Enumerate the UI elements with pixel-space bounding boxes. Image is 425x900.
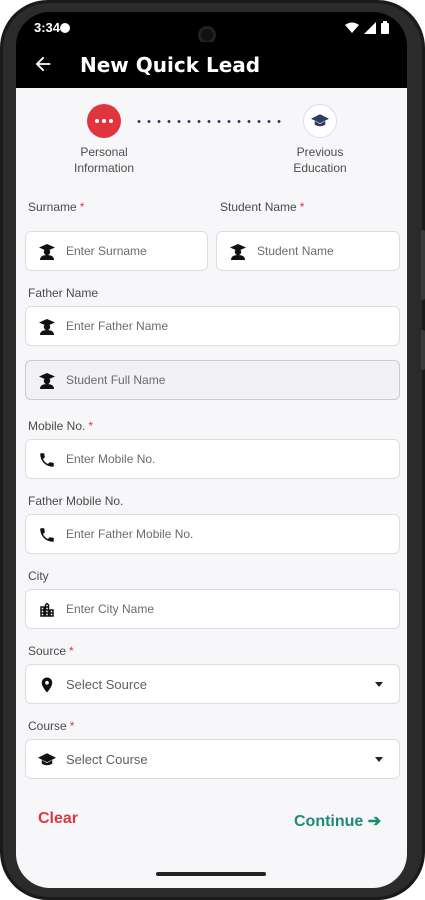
required-mark: * [69, 644, 74, 658]
student-icon [39, 373, 55, 389]
gesture-nav-bar [16, 864, 407, 888]
father-name-field[interactable]: Enter Father Name [25, 306, 400, 346]
step-label-education: Previous Education [288, 144, 352, 176]
status-time: 3:34 [34, 20, 61, 35]
required-mark: * [299, 200, 305, 214]
required-mark: * [79, 200, 85, 214]
required-mark: * [69, 719, 75, 733]
student-icon [39, 244, 55, 260]
step-label-line: Personal [80, 145, 128, 159]
home-indicator[interactable] [156, 872, 266, 876]
father-mobile-label: Father Mobile No. [28, 494, 124, 508]
father-mobile-placeholder: Enter Father Mobile No. [66, 527, 194, 541]
graduation-cap-icon [38, 753, 56, 766]
student-name-placeholder: Student Name [257, 244, 334, 258]
screen: 3:34 New Quick Lead Personal Information… [16, 12, 407, 888]
required-mark: * [88, 419, 94, 433]
step-label-personal: Personal Information [74, 144, 134, 176]
step-personal-information[interactable] [87, 104, 121, 138]
father-mobile-field[interactable]: Enter Father Mobile No. [25, 514, 400, 554]
step-label-line: Information [74, 161, 135, 175]
surname-field[interactable]: Enter Surname [25, 231, 208, 271]
mobile-placeholder: Enter Mobile No. [66, 452, 156, 466]
course-label: Course * [28, 719, 74, 733]
city-buildings-icon [40, 602, 54, 617]
source-select[interactable]: Select Source [25, 664, 400, 704]
more-dots-icon [95, 119, 99, 123]
father-name-label: Father Name [28, 286, 99, 300]
app-bar: New Quick Lead [16, 42, 407, 88]
more-dot [102, 119, 106, 123]
notification-dot-icon [60, 23, 70, 33]
wifi-icon [345, 22, 359, 33]
status-icons [345, 21, 389, 34]
label-text: Student Name [220, 200, 297, 214]
course-select[interactable]: Select Course [25, 739, 400, 779]
dropdown-arrow-icon [375, 757, 383, 762]
surname-label: Surname * [28, 200, 84, 214]
student-name-field[interactable]: Student Name [216, 231, 400, 271]
form-content: Personal Information Previous Education … [16, 88, 407, 864]
volume-button [421, 230, 425, 300]
clear-button[interactable]: Clear [38, 810, 78, 828]
step-label-line: Previous [296, 145, 344, 159]
student-icon [39, 319, 55, 335]
continue-button[interactable]: Continue ➔ [294, 811, 381, 831]
label-text: Surname [28, 200, 77, 214]
status-bar: 3:34 [16, 12, 407, 44]
more-dot [109, 119, 113, 123]
mobile-label: Mobile No. * [28, 419, 93, 433]
city-field[interactable]: Enter City Name [25, 589, 400, 629]
graduation-cap-icon [311, 114, 329, 127]
label-text: Course [28, 719, 67, 733]
stepper-connector [134, 120, 282, 123]
label-text: Mobile No. [28, 419, 86, 433]
source-placeholder: Select Source [66, 677, 147, 692]
student-name-label: Student Name * [220, 200, 304, 214]
student-full-name-placeholder: Student Full Name [66, 373, 166, 387]
phone-icon [40, 528, 54, 542]
student-full-name-field: Student Full Name [25, 360, 400, 400]
label-text: Source [28, 644, 67, 658]
signal-icon [364, 21, 376, 34]
course-placeholder: Select Course [66, 752, 148, 767]
location-pin-icon [41, 677, 53, 693]
city-label: City [28, 569, 49, 583]
source-label: Source * [28, 644, 74, 658]
dropdown-arrow-icon [375, 682, 383, 687]
step-label-line: Education [293, 161, 347, 175]
mobile-field[interactable]: Enter Mobile No. [25, 439, 400, 479]
battery-icon [381, 21, 389, 34]
page-title: New Quick Lead [80, 53, 261, 77]
back-arrow-icon[interactable] [32, 53, 54, 75]
student-icon [230, 244, 246, 260]
surname-placeholder: Enter Surname [66, 244, 147, 258]
phone-icon [40, 453, 54, 467]
father-name-placeholder: Enter Father Name [66, 319, 169, 333]
step-previous-education[interactable] [303, 104, 337, 138]
city-placeholder: Enter City Name [66, 602, 155, 616]
phone-frame: 3:34 New Quick Lead Personal Information… [0, 0, 425, 900]
power-button [421, 330, 425, 370]
